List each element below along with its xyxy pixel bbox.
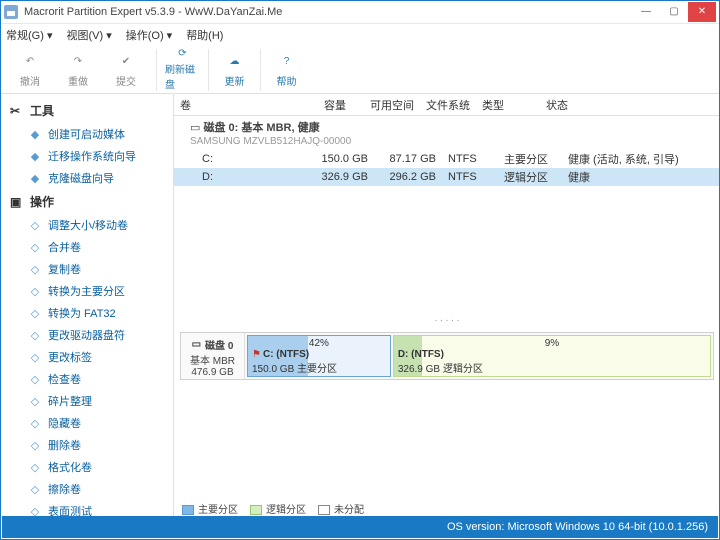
op-icon: ◇ [28, 328, 42, 342]
sidebar-tool-item[interactable]: ◆创建可启动媒体 [0, 123, 173, 145]
splitter[interactable]: . . . . . [174, 311, 720, 326]
os-version: OS version: Microsoft Windows 10 64-bit … [447, 521, 708, 533]
commit-button[interactable]: ✔提交 [104, 49, 148, 91]
update-button[interactable]: ☁更新 [208, 49, 252, 91]
op-icon: ◇ [28, 284, 42, 298]
maximize-button[interactable]: ▢ [660, 2, 688, 22]
toolbar: ↶撤消 ↷重做 ✔提交 ⟳刷新磁盘 ☁更新 ?帮助 [0, 46, 720, 94]
op-icon: ◇ [28, 262, 42, 276]
sidebar-op-item[interactable]: ◇擦除卷 [0, 478, 173, 500]
sidebar-op-item[interactable]: ◇转换为 FAT32 [0, 302, 173, 324]
op-icon: ◇ [28, 460, 42, 474]
tool-icon: ◆ [28, 171, 42, 185]
partition-row[interactable]: D:326.9 GB296.2 GBNTFS逻辑分区健康 [174, 168, 720, 186]
help-icon: ? [277, 51, 297, 71]
op-icon: ◇ [28, 240, 42, 254]
op-icon: ◇ [28, 438, 42, 452]
redo-icon: ↷ [68, 51, 88, 71]
commit-icon: ✔ [116, 51, 136, 71]
tool-icon: ◆ [28, 149, 42, 163]
window-title: Macrorit Partition Expert v5.3.9 - WwW.D… [24, 6, 632, 18]
sidebar-op-item[interactable]: ◇更改标签 [0, 346, 173, 368]
op-icon: ◇ [28, 416, 42, 430]
col-filesystem[interactable]: 文件系统 [420, 97, 476, 113]
menu-operate[interactable]: 操作(O) ▾ [126, 27, 172, 43]
graph-partition-d[interactable]: 9% D: (NTFS) 326.9 GB 逻辑分区 [393, 335, 711, 377]
sidebar-tool-item[interactable]: ◆克隆磁盘向导 [0, 167, 173, 189]
help-button[interactable]: ?帮助 [260, 49, 304, 91]
status-bar: OS version: Microsoft Windows 10 64-bit … [2, 516, 718, 538]
tools-icon: ✂ [10, 104, 24, 118]
op-icon: ◇ [28, 482, 42, 496]
op-icon: ◇ [28, 218, 42, 232]
redo-button[interactable]: ↷重做 [56, 49, 100, 91]
disk-graph: ▭磁盘 0 基本 MBR 476.9 GB 42% ⚑C: (NTFS) 150… [180, 332, 714, 380]
close-button[interactable]: ✕ [688, 2, 716, 22]
menu-help[interactable]: 帮助(H) [186, 27, 223, 43]
disk-icon: ▭ [190, 122, 200, 134]
disk-icon: ▭ [192, 339, 201, 350]
sidebar-op-item[interactable]: ◇转换为主要分区 [0, 280, 173, 302]
sidebar-tool-item[interactable]: ◆迁移操作系统向导 [0, 145, 173, 167]
col-volume[interactable]: 卷 [174, 97, 284, 113]
ops-icon: ▣ [10, 195, 24, 209]
sidebar-op-item[interactable]: ◇表面测试 [0, 500, 173, 516]
sidebar-op-item[interactable]: ◇复制卷 [0, 258, 173, 280]
graph-partition-c[interactable]: 42% ⚑C: (NTFS) 150.0 GB 主要分区 [247, 335, 391, 377]
menu-general[interactable]: 常规(G) ▾ [6, 27, 52, 43]
disk-row[interactable]: ▭ 磁盘 0: 基本 MBR, 健康 SAMSUNG MZVLB512HAJQ-… [174, 116, 720, 150]
col-capacity[interactable]: 容量 [284, 97, 352, 113]
graph-disk-label: ▭磁盘 0 基本 MBR 476.9 GB [181, 333, 245, 379]
sidebar-op-item[interactable]: ◇调整大小/移动卷 [0, 214, 173, 236]
app-icon [4, 5, 18, 19]
sidebar-op-item[interactable]: ◇隐藏卷 [0, 412, 173, 434]
partition-row[interactable]: C:150.0 GB87.17 GBNTFS主要分区健康 (活动, 系统, 引导… [174, 150, 720, 168]
col-type[interactable]: 类型 [476, 97, 540, 113]
minimize-button[interactable]: — [632, 2, 660, 22]
col-free[interactable]: 可用空间 [352, 97, 420, 113]
flag-icon: ⚑ [252, 349, 261, 360]
sidebar-tools-header: ✂工具 [0, 98, 173, 123]
undo-button[interactable]: ↶撤消 [8, 49, 52, 91]
menu-view[interactable]: 视图(V) ▾ [66, 27, 111, 43]
legend: 主要分区 逻辑分区 未分配 [182, 501, 364, 516]
op-icon: ◇ [28, 306, 42, 320]
sidebar-ops-header: ▣操作 [0, 189, 173, 214]
sidebar-op-item[interactable]: ◇碎片整理 [0, 390, 173, 412]
sidebar-op-item[interactable]: ◇更改驱动器盘符 [0, 324, 173, 346]
refresh-icon: ⟳ [173, 48, 193, 59]
col-status[interactable]: 状态 [540, 97, 720, 113]
menu-bar: 常规(G) ▾ 视图(V) ▾ 操作(O) ▾ 帮助(H) [0, 24, 720, 46]
op-icon: ◇ [28, 394, 42, 408]
content-area: 卷 容量 可用空间 文件系统 类型 状态 ▭ 磁盘 0: 基本 MBR, 健康 … [174, 94, 720, 516]
undo-icon: ↶ [20, 51, 40, 71]
sidebar-op-item[interactable]: ◇格式化卷 [0, 456, 173, 478]
sidebar-op-item[interactable]: ◇合并卷 [0, 236, 173, 258]
sidebar-op-item[interactable]: ◇检查卷 [0, 368, 173, 390]
op-icon: ◇ [28, 504, 42, 516]
title-bar: Macrorit Partition Expert v5.3.9 - WwW.D… [0, 0, 720, 24]
partition-list-header: 卷 容量 可用空间 文件系统 类型 状态 [174, 94, 720, 116]
sidebar-op-item[interactable]: ◇删除卷 [0, 434, 173, 456]
op-icon: ◇ [28, 372, 42, 386]
sidebar: ✂工具 ◆创建可启动媒体◆迁移操作系统向导◆克隆磁盘向导 ▣操作 ◇调整大小/移… [0, 94, 174, 516]
op-icon: ◇ [28, 350, 42, 364]
refresh-button[interactable]: ⟳刷新磁盘 [156, 49, 200, 91]
update-icon: ☁ [225, 51, 245, 71]
tool-icon: ◆ [28, 127, 42, 141]
